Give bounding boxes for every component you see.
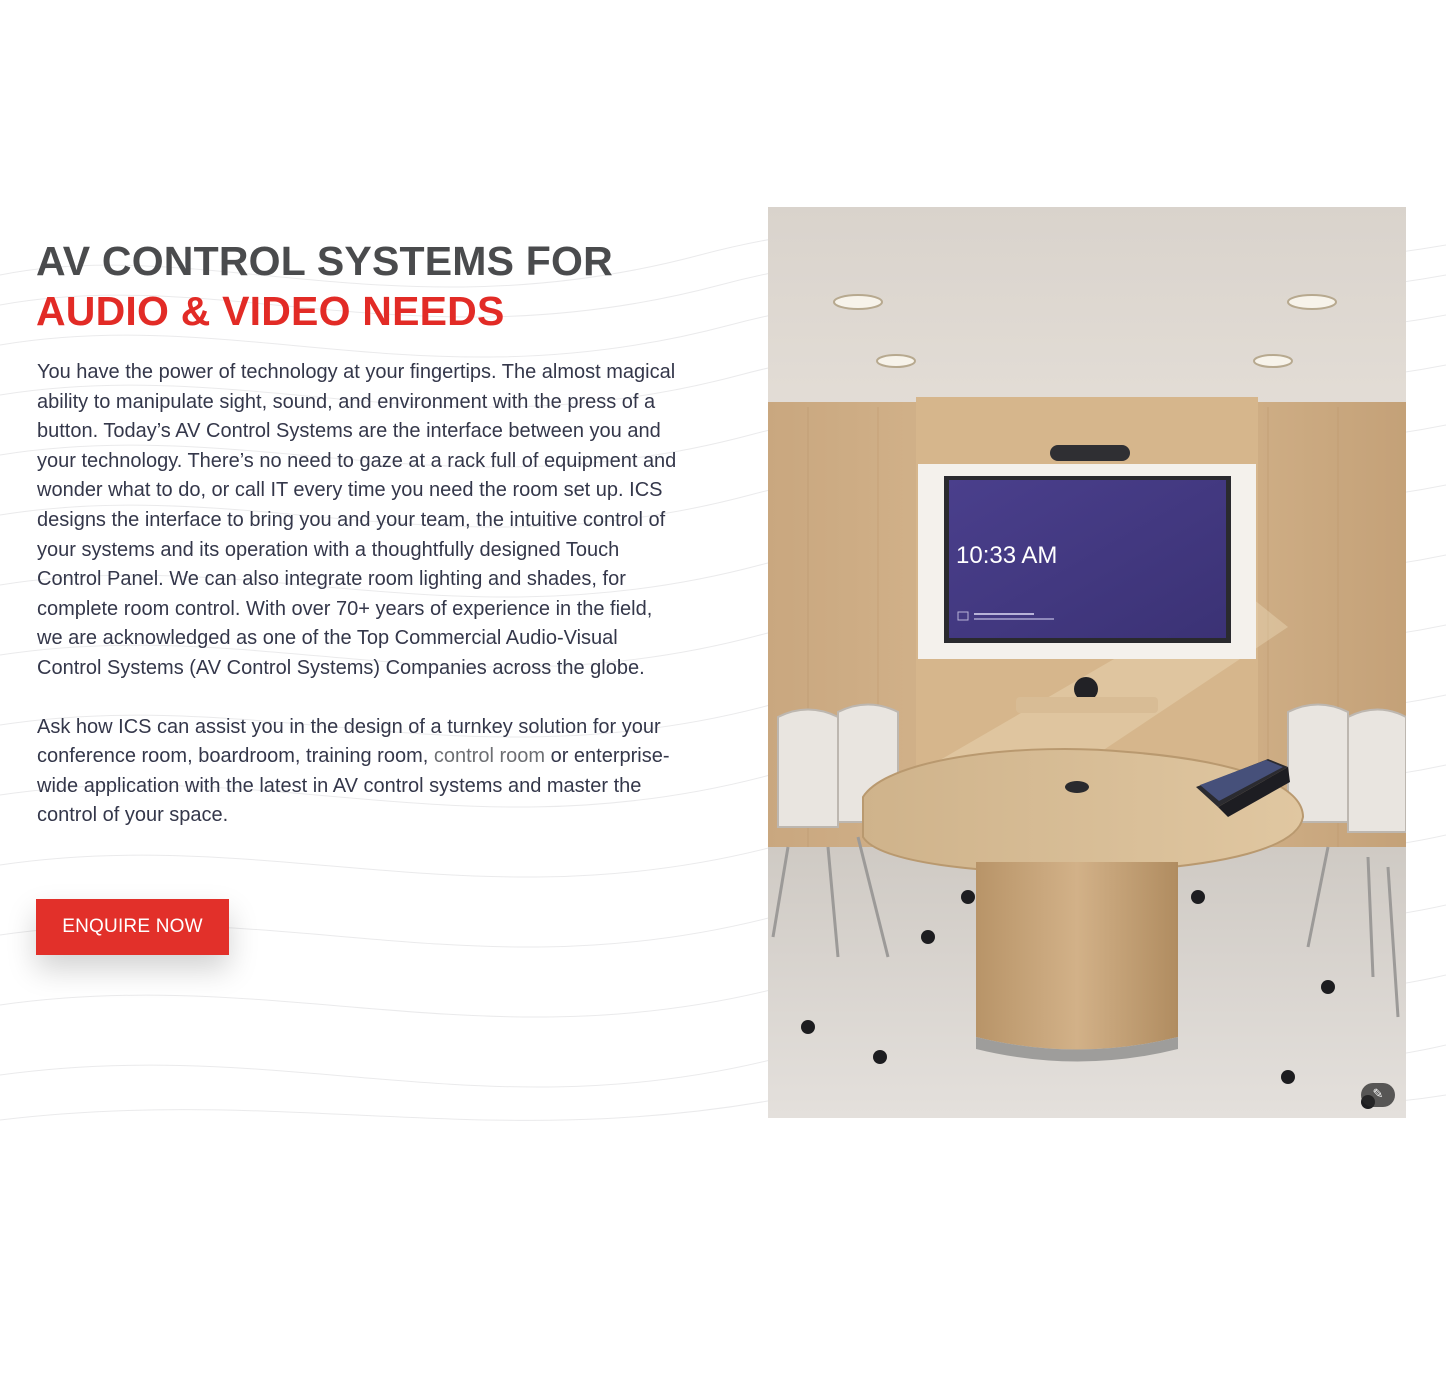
assist-paragraph: Ask how ICS can assist you in the design…: [37, 713, 677, 831]
conference-room-photo: 10:33 AM ✎: [768, 207, 1406, 1118]
magic-wand-icon[interactable]: ✎: [1361, 1083, 1395, 1107]
title-line-1: AV CONTROL SYSTEMS FOR: [36, 238, 613, 284]
body-copy: You have the power of technology at your…: [37, 358, 677, 831]
control-room-link[interactable]: control room: [434, 745, 545, 767]
conference-room-illustration: 10:33 AM: [768, 207, 1406, 1118]
screen-clock-text: 10:33 AM: [956, 542, 1057, 569]
page: AV CONTROL SYSTEMS FOR AUDIO & VIDEO NEE…: [0, 0, 1446, 1400]
title-line-2: AUDIO & VIDEO NEEDS: [36, 288, 505, 334]
page-title: AV CONTROL SYSTEMS FOR AUDIO & VIDEO NEE…: [36, 236, 613, 336]
intro-paragraph: You have the power of technology at your…: [37, 361, 677, 679]
enquire-now-button[interactable]: ENQUIRE NOW: [36, 899, 229, 955]
